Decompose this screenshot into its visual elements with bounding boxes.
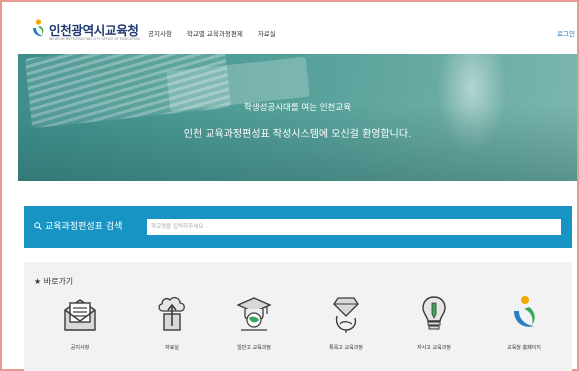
hero-banner: 학생성공시대를 여는 인천교육 인천 교육과정편성표 작성시스템에 오신걸 환영…: [18, 54, 577, 181]
office-logo-icon: [33, 19, 44, 37]
diamond-head-icon: [333, 297, 359, 333]
nav-item-curriculum[interactable]: 학교별 교육과정편제: [187, 26, 243, 42]
shortcut-office-homepage[interactable]: 교육청 홈페이지: [484, 294, 564, 360]
nav-item-notice[interactable]: 공지사항: [148, 26, 172, 42]
site-header: 인천광역시교육청 INCHEON METROPOLITAN CITY OFFIC…: [16, 12, 577, 54]
shortcuts-grid: 공지사항 자료실 일반고 교육과정 특목고 교육과정 자사고 교육과정 교육청 …: [24, 294, 572, 364]
hero-overlay: [18, 54, 577, 181]
shortcut-label: 일반고 교육과정: [237, 345, 271, 351]
shortcut-autonomous-high[interactable]: 자사고 교육과정: [394, 294, 474, 360]
shortcut-label: 자료실: [165, 345, 179, 351]
star-icon: ★: [34, 277, 42, 286]
shortcut-special-high[interactable]: 특목고 교육과정: [306, 294, 386, 360]
main-nav: 공지사항 학교별 교육과정편제 자료실: [148, 26, 291, 42]
search-label-wrap: 교육과정편성표 검색: [34, 220, 122, 234]
logo-subtitle: INCHEON METROPOLITAN CITY OFFICE OF EDUC…: [49, 37, 140, 41]
mail-icon: [64, 299, 96, 331]
shortcut-notice[interactable]: 공지사항: [40, 294, 120, 360]
nav-item-resources[interactable]: 자료실: [258, 26, 276, 42]
hero-welcome: 인천 교육과정편성표 작성시스템에 오신걸 환영합니다.: [183, 129, 412, 140]
shortcut-label: 특목고 교육과정: [329, 345, 363, 351]
shortcut-label: 교육청 홈페이지: [507, 345, 541, 351]
shortcut-label: 공지사항: [70, 345, 90, 351]
site-logo[interactable]: 인천광역시교육청 INCHEON METROPOLITAN CITY OFFIC…: [30, 18, 148, 48]
hero-slogan: 학생성공시대를 여는 인천교육: [243, 103, 352, 113]
shortcut-resources[interactable]: 자료실: [132, 294, 212, 360]
search-icon: [34, 222, 42, 230]
search-label: 교육과정편성표 검색: [45, 222, 123, 232]
shortcuts-section: ★ 바로가기 공지사항 자료실 일반고 교육과정 특목고 교육과정 자사고 교육…: [24, 262, 572, 371]
lightbulb-pen-icon: [422, 296, 446, 330]
search-section: 교육과정편성표 검색: [24, 206, 572, 248]
office-logo-icon: [514, 296, 535, 327]
shortcuts-title: 바로가기: [43, 277, 74, 286]
graduation-cap-icon: [236, 297, 272, 331]
login-link[interactable]: 로그인: [557, 26, 575, 42]
shortcut-label: 자사고 교육과정: [417, 345, 451, 351]
shortcuts-title-wrap: ★ 바로가기: [34, 276, 73, 287]
search-input[interactable]: [147, 219, 561, 235]
shortcut-general-high[interactable]: 일반고 교육과정: [214, 294, 294, 360]
upload-box-icon: [158, 296, 185, 331]
